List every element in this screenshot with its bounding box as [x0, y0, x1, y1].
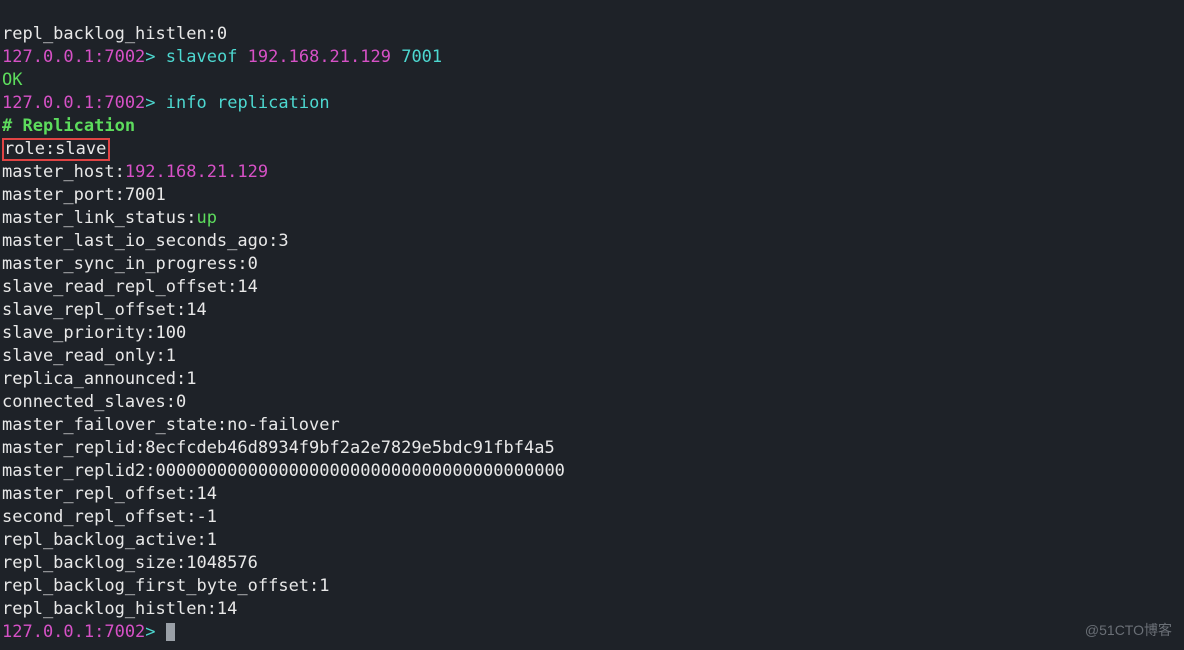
prompt-gt: >	[145, 47, 165, 67]
result-ok: OK	[2, 70, 22, 90]
output-line: master_last_io_seconds_ago:3	[2, 231, 289, 251]
terminal-output[interactable]: repl_backlog_histlen:0 127.0.0.1:7002> s…	[0, 0, 1184, 644]
prompt-gt: >	[145, 93, 165, 113]
prompt-gt: >	[145, 622, 165, 642]
status-up: up	[196, 208, 216, 228]
cmd-slaveof: slaveof	[166, 47, 248, 67]
output-ip: 192.168.21.129	[125, 162, 268, 182]
prompt-host: 127.0.0.1:7002	[2, 622, 145, 642]
cmd-replication: replication	[217, 93, 330, 113]
output-line: repl_backlog_histlen:0	[2, 24, 227, 44]
cmd-info: info	[166, 93, 217, 113]
output-line: slave_read_repl_offset:14	[2, 277, 258, 297]
output-key: master_host:	[2, 162, 125, 182]
role-line: role:slave	[4, 139, 106, 159]
output-line: slave_read_only:1	[2, 346, 176, 366]
cmd-ip: 192.168.21.129	[248, 47, 391, 67]
output-line: master_sync_in_progress:0	[2, 254, 258, 274]
output-line: master_repl_offset:14	[2, 484, 217, 504]
output-line: slave_priority:100	[2, 323, 186, 343]
prompt-host: 127.0.0.1:7002	[2, 47, 145, 67]
output-line: repl_backlog_size:1048576	[2, 553, 258, 573]
output-line: connected_slaves:0	[2, 392, 186, 412]
cmd-port: 7001	[391, 47, 442, 67]
output-line: replica_announced:1	[2, 369, 196, 389]
output-line: master_replid:8ecfcdeb46d8934f9bf2a2e782…	[2, 438, 555, 458]
output-key: master_link_status:	[2, 208, 196, 228]
watermark-text: @51CTO博客	[1085, 619, 1172, 642]
cursor-block[interactable]	[166, 623, 175, 641]
output-line: master_replid2:0000000000000000000000000…	[2, 461, 565, 481]
output-line: master_port:7001	[2, 185, 166, 205]
prompt-host: 127.0.0.1:7002	[2, 93, 145, 113]
output-line: second_repl_offset:-1	[2, 507, 217, 527]
output-line: master_failover_state:no-failover	[2, 415, 340, 435]
output-line: slave_repl_offset:14	[2, 300, 207, 320]
output-line: repl_backlog_histlen:14	[2, 599, 237, 619]
output-line: repl_backlog_first_byte_offset:1	[2, 576, 330, 596]
role-highlight-box: role:slave	[2, 138, 110, 161]
section-header: # Replication	[2, 116, 135, 136]
output-line: repl_backlog_active:1	[2, 530, 217, 550]
